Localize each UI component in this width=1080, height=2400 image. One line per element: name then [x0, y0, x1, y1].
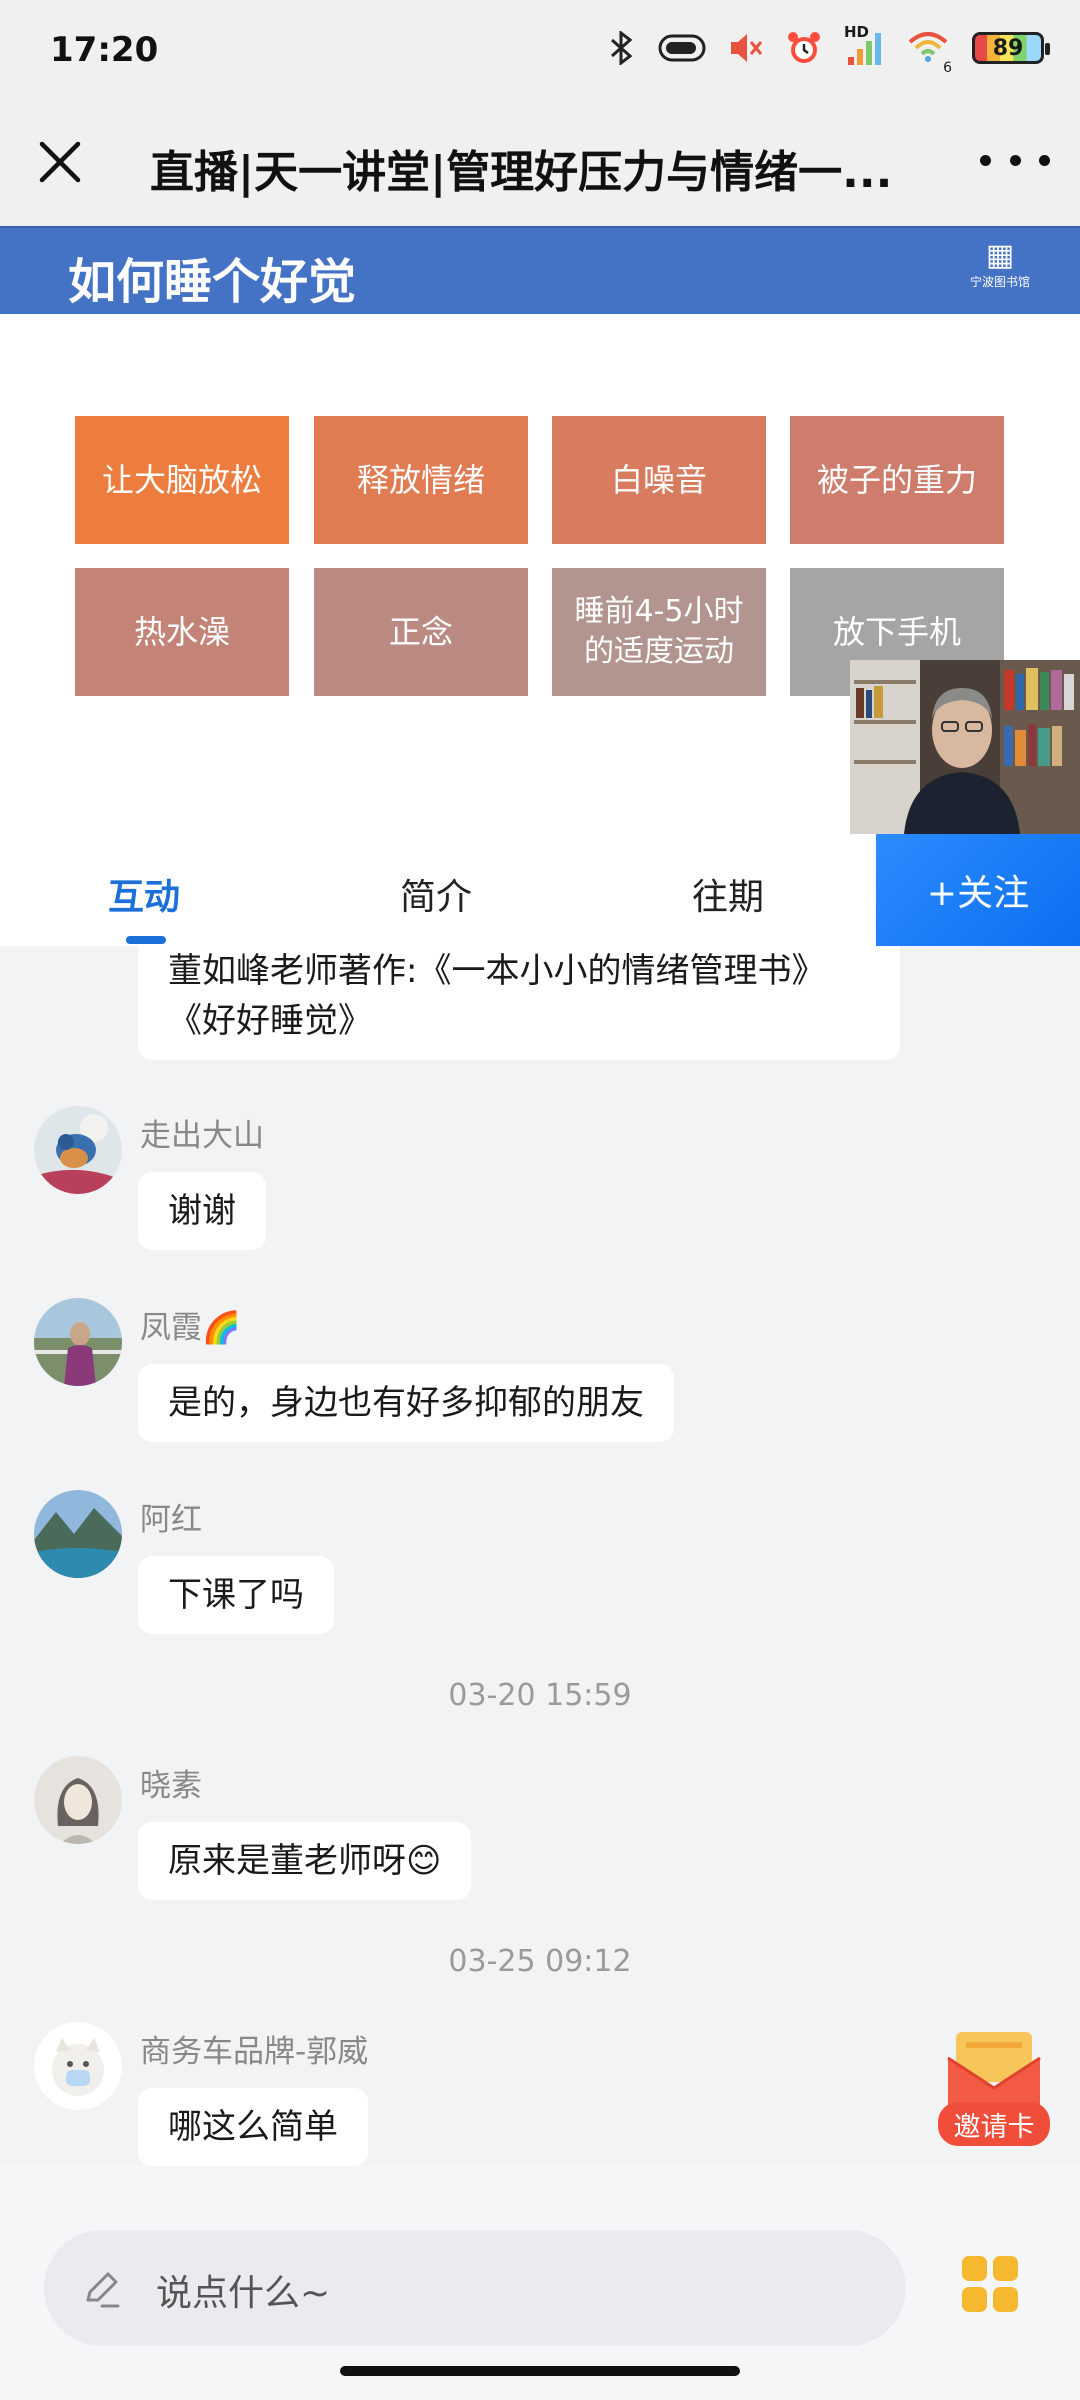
apps-grid-icon[interactable]: [962, 2256, 1018, 2312]
slide-tile: 热水澡: [75, 568, 289, 696]
status-icons: HD 6 89: [608, 23, 1050, 76]
username: 晓素: [140, 1768, 202, 1804]
username: 凤霞🌈: [140, 1310, 241, 1346]
tab-underline: [126, 936, 166, 944]
avatar[interactable]: [34, 1756, 122, 1844]
timestamp: 03-25 09:12: [448, 1944, 632, 1979]
close-icon[interactable]: [28, 130, 92, 194]
invite-card-button[interactable]: 邀请卡: [938, 2028, 1050, 2146]
slide-tile: 睡前4-5小时的适度运动: [552, 568, 766, 696]
mute-icon: [731, 34, 763, 62]
avatar[interactable]: [34, 1298, 122, 1386]
slide-tile: 释放情绪: [314, 416, 528, 544]
live-video[interactable]: 如何睡个好觉 ▦ 宁波图书馆 让大脑放松 释放情绪 白噪音 被子的重力热水澡 正念 睡前4…: [0, 226, 1080, 834]
wifi-icon: 6: [906, 28, 952, 76]
tab-past[interactable]: 往期: [692, 868, 764, 920]
message-bubble: 原来是董老师呀😊: [138, 1822, 472, 1900]
home-indicator[interactable]: [340, 2366, 740, 2376]
speaker-video[interactable]: [850, 660, 1080, 834]
page-title: 直播|天一讲堂|管理好压力与情绪一...: [150, 147, 893, 198]
toggle-icon: [658, 34, 706, 62]
slide-tile: 白噪音: [552, 416, 766, 544]
tab-interaction[interactable]: 互动: [108, 868, 180, 920]
more-menu-button[interactable]: [980, 140, 1050, 180]
alarm-icon: [788, 32, 820, 63]
message-bubble: 谢谢: [138, 1172, 266, 1250]
slide-tile: 被子的重力: [790, 416, 1004, 544]
message-bubble: 是的，身边也有好多抑郁的朋友: [138, 1364, 674, 1442]
avatar[interactable]: [34, 2022, 122, 2110]
invite-card-label: 邀请卡: [938, 2102, 1050, 2146]
slide-title: 如何睡个好觉: [68, 254, 357, 310]
battery-icon: 89: [972, 32, 1050, 64]
bluetooth-icon: [611, 31, 633, 65]
chat-list[interactable]: 董如峰老师著作:《一本小小的情绪管理书》《好好睡觉》 走出大山 谢谢 凤霞🌈 是…: [0, 946, 1080, 2166]
title-bar: 直播|天一讲堂|管理好压力与情绪一...: [0, 100, 1080, 226]
status-time: 17:20: [50, 30, 159, 70]
avatar[interactable]: [34, 1106, 122, 1194]
wifi-badge: 6: [943, 60, 952, 76]
signal-icon: HD: [844, 23, 884, 67]
slide-header: 如何睡个好觉 ▦ 宁波图书馆: [0, 226, 1080, 314]
pinned-message: 董如峰老师著作:《一本小小的情绪管理书》《好好睡觉》: [138, 946, 900, 1060]
comment-placeholder: 说点什么~: [156, 2273, 331, 2314]
slide-tile: 让大脑放松: [75, 416, 289, 544]
library-logo: ▦ 宁波图书馆: [960, 238, 1040, 308]
avatar[interactable]: [34, 1490, 122, 1578]
slide-tile: 正念: [314, 568, 528, 696]
library-logo-text: 宁波图书馆: [969, 275, 1030, 289]
comment-input[interactable]: 说点什么~: [44, 2230, 906, 2346]
username: 阿红: [140, 1502, 202, 1538]
follow-button[interactable]: +关注: [876, 834, 1080, 946]
tab-intro[interactable]: 简介: [400, 868, 472, 920]
pen-icon: [86, 2272, 120, 2308]
username: 走出大山: [140, 1118, 264, 1154]
message-bubble: 下课了吗: [138, 1556, 334, 1634]
bottom-bar: 说点什么~: [0, 2166, 1080, 2400]
tab-bar: 互动 简介 往期 +关注: [0, 834, 1080, 946]
username: 商务车品牌-郭威: [140, 2034, 369, 2070]
message-bubble: 哪这么简单: [138, 2088, 368, 2166]
status-bar: 17:20 HD 6 89: [0, 0, 1080, 100]
timestamp: 03-20 15:59: [448, 1678, 632, 1713]
